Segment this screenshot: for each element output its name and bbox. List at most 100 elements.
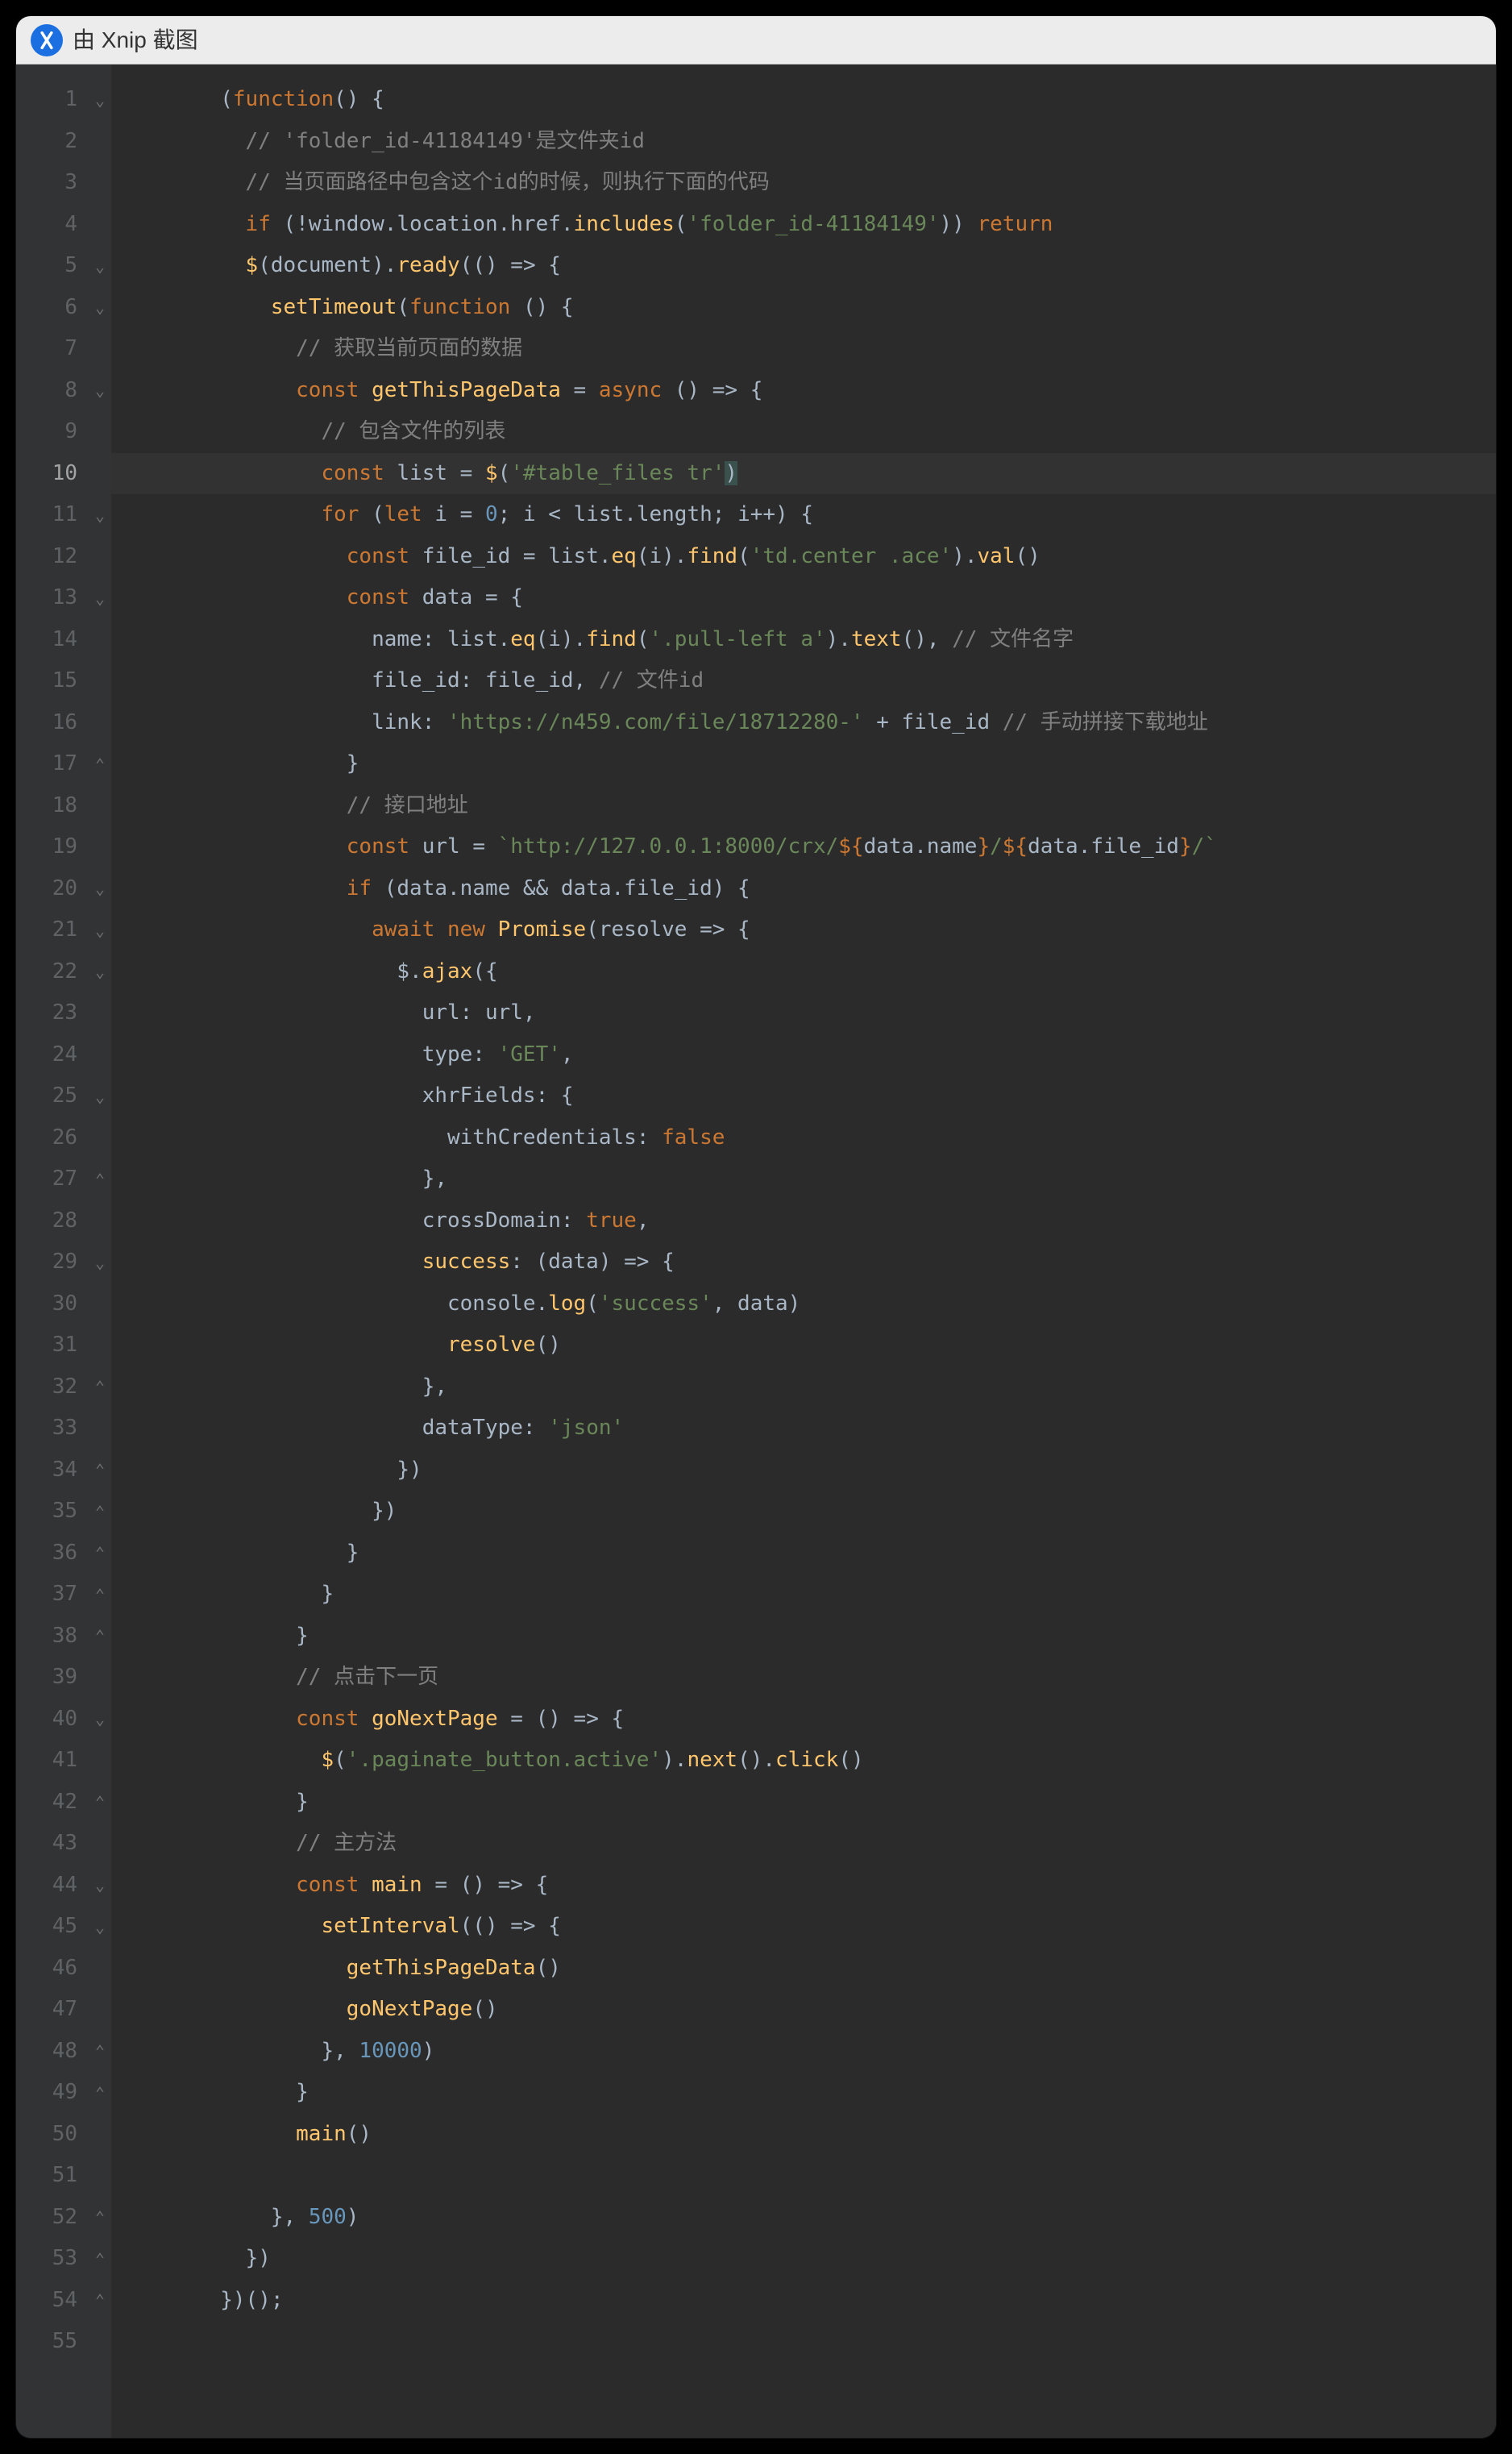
code-line[interactable]: }: [111, 1574, 1496, 1616]
code-line[interactable]: }): [111, 1450, 1496, 1491]
fold-marker[interactable]: ⌃: [89, 1450, 111, 1491]
code-line[interactable]: const url = `http://127.0.0.1:8000/crx/$…: [111, 826, 1496, 868]
fold-marker[interactable]: ⌄: [89, 1075, 111, 1117]
line-number: 25: [16, 1075, 77, 1117]
code-line[interactable]: }: [111, 1533, 1496, 1574]
fold-marker[interactable]: ⌃: [89, 1491, 111, 1533]
code-line[interactable]: goNextPage(): [111, 1989, 1496, 2031]
fold-marker[interactable]: ⌄: [89, 577, 111, 619]
code-line[interactable]: const data = {: [111, 577, 1496, 619]
code-line[interactable]: resolve(): [111, 1325, 1496, 1366]
code-line[interactable]: }: [111, 1616, 1496, 1657]
code-line[interactable]: type: 'GET',: [111, 1034, 1496, 1076]
code-line[interactable]: }: [111, 743, 1496, 785]
code-line[interactable]: }, 500): [111, 2197, 1496, 2239]
line-number: 40: [16, 1699, 77, 1741]
code-line[interactable]: url: url,: [111, 992, 1496, 1034]
fold-marker[interactable]: ⌃: [89, 743, 111, 785]
code-line[interactable]: for (let i = 0; i < list.length; i++) {: [111, 494, 1496, 536]
fold-marker[interactable]: ⌃: [89, 1158, 111, 1200]
fold-marker[interactable]: ⌃: [89, 1616, 111, 1657]
code-line[interactable]: xhrFields: {: [111, 1075, 1496, 1117]
fold-marker[interactable]: ⌃: [89, 1574, 111, 1616]
fold-marker[interactable]: ⌄: [89, 868, 111, 910]
fold-marker[interactable]: ⌄: [89, 370, 111, 412]
line-number: 53: [16, 2238, 77, 2280]
code-line[interactable]: // 'folder_id-41184149'是文件夹id: [111, 121, 1496, 163]
fold-marker[interactable]: ⌄: [89, 287, 111, 329]
code-line[interactable]: const list = $('#table_files tr'): [111, 453, 1496, 495]
line-number: 50: [16, 2114, 77, 2156]
code-line[interactable]: },: [111, 1366, 1496, 1408]
code-line[interactable]: // 接口地址: [111, 785, 1496, 827]
line-number: 6: [16, 287, 77, 329]
code-line[interactable]: setTimeout(function () {: [111, 287, 1496, 329]
fold-marker[interactable]: ⌃: [89, 2197, 111, 2239]
code-line[interactable]: setInterval(() => {: [111, 1906, 1496, 1948]
code-line[interactable]: await new Promise(resolve => {: [111, 909, 1496, 951]
fold-marker[interactable]: ⌃: [89, 2072, 111, 2114]
fold-marker[interactable]: ⌃: [89, 1366, 111, 1408]
code-line[interactable]: }: [111, 2072, 1496, 2114]
code-line[interactable]: // 点击下一页: [111, 1657, 1496, 1699]
code-area[interactable]: (function() { // 'folder_id-41184149'是文件…: [111, 64, 1496, 2438]
code-line[interactable]: }: [111, 1782, 1496, 1824]
line-number: 18: [16, 785, 77, 827]
fold-marker[interactable]: ⌃: [89, 2031, 111, 2073]
code-line[interactable]: success: (data) => {: [111, 1242, 1496, 1283]
code-line[interactable]: name: list.eq(i).find('.pull-left a').te…: [111, 619, 1496, 661]
line-number: 34: [16, 1450, 77, 1491]
fold-marker[interactable]: ⌃: [89, 1782, 111, 1824]
editor[interactable]: 1234567891011121314151617181920212223242…: [16, 64, 1496, 2438]
fold-marker[interactable]: ⌄: [89, 79, 111, 121]
code-line[interactable]: }, 10000): [111, 2031, 1496, 2073]
code-line[interactable]: $.ajax({: [111, 951, 1496, 993]
code-line[interactable]: const goNextPage = () => {: [111, 1699, 1496, 1741]
fold-marker[interactable]: ⌄: [89, 1865, 111, 1907]
code-line[interactable]: }): [111, 1491, 1496, 1533]
fold-marker: [89, 1657, 111, 1699]
fold-marker[interactable]: ⌄: [89, 951, 111, 993]
fold-marker[interactable]: ⌄: [89, 1699, 111, 1741]
code-line[interactable]: // 包含文件的列表: [111, 411, 1496, 453]
fold-marker[interactable]: ⌄: [89, 909, 111, 951]
code-line[interactable]: [111, 2155, 1496, 2197]
fold-marker[interactable]: ⌄: [89, 1242, 111, 1283]
line-number: 47: [16, 1989, 77, 2031]
fold-marker[interactable]: ⌄: [89, 1906, 111, 1948]
fold-gutter[interactable]: ⌄⌄⌄⌄⌄⌄⌃⌄⌄⌄⌄⌃⌄⌃⌃⌃⌃⌃⌃⌄⌃⌄⌄⌃⌃⌃⌃⌃: [89, 64, 111, 2438]
fold-marker[interactable]: ⌃: [89, 1533, 111, 1574]
code-line[interactable]: if (data.name && data.file_id) {: [111, 868, 1496, 910]
code-line[interactable]: if (!window.location.href.includes('fold…: [111, 204, 1496, 246]
code-line[interactable]: getThisPageData(): [111, 1948, 1496, 1990]
fold-marker[interactable]: ⌄: [89, 245, 111, 287]
code-line[interactable]: const getThisPageData = async () => {: [111, 370, 1496, 412]
code-line[interactable]: // 获取当前页面的数据: [111, 328, 1496, 370]
code-line[interactable]: }): [111, 2238, 1496, 2280]
line-number: 42: [16, 1782, 77, 1824]
line-number: 33: [16, 1408, 77, 1450]
fold-marker[interactable]: ⌃: [89, 2280, 111, 2322]
code-line[interactable]: // 当页面路径中包含这个id的时候，则执行下面的代码: [111, 162, 1496, 204]
code-line[interactable]: [111, 2321, 1496, 2363]
code-line[interactable]: const file_id = list.eq(i).find('td.cent…: [111, 536, 1496, 578]
code-line[interactable]: console.log('success', data): [111, 1283, 1496, 1325]
code-line[interactable]: // 主方法: [111, 1823, 1496, 1865]
code-line[interactable]: $(document).ready(() => {: [111, 245, 1496, 287]
code-line[interactable]: link: 'https://n459.com/file/18712280-' …: [111, 702, 1496, 744]
code-line[interactable]: file_id: file_id, // 文件id: [111, 660, 1496, 702]
line-number: 54: [16, 2280, 77, 2322]
code-line[interactable]: $('.paginate_button.active').next().clic…: [111, 1740, 1496, 1782]
code-line[interactable]: const main = () => {: [111, 1865, 1496, 1907]
code-line[interactable]: dataType: 'json': [111, 1408, 1496, 1450]
line-number: 8: [16, 370, 77, 412]
code-line[interactable]: (function() {: [111, 79, 1496, 121]
code-line[interactable]: crossDomain: true,: [111, 1200, 1496, 1242]
code-line[interactable]: main(): [111, 2114, 1496, 2156]
code-line[interactable]: },: [111, 1158, 1496, 1200]
code-line[interactable]: })();: [111, 2280, 1496, 2322]
code-line[interactable]: withCredentials: false: [111, 1117, 1496, 1159]
fold-marker[interactable]: ⌃: [89, 2238, 111, 2280]
line-number: 28: [16, 1200, 77, 1242]
fold-marker[interactable]: ⌄: [89, 494, 111, 536]
